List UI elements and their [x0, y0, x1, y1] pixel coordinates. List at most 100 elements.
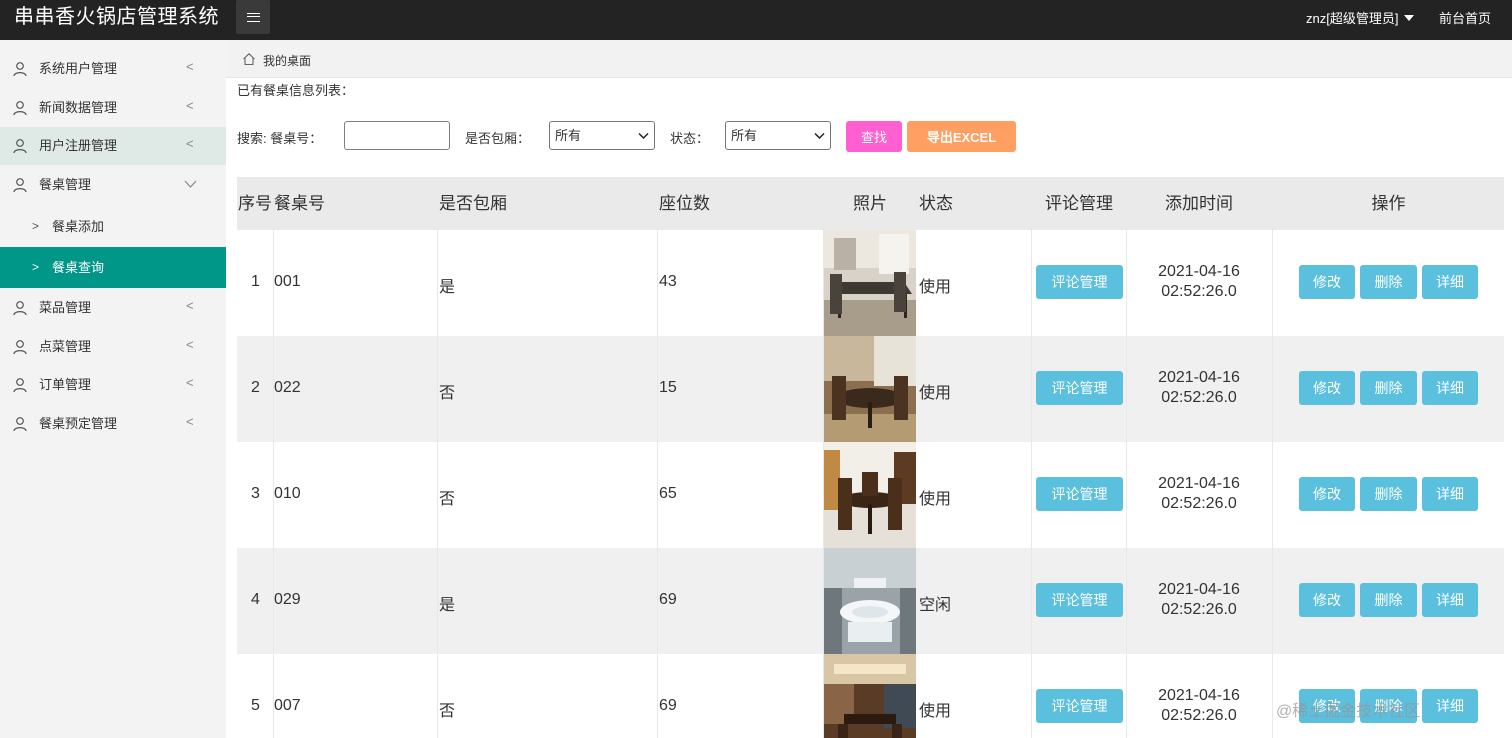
user-icon [13, 340, 27, 355]
breadcrumb: 我的桌面 [226, 40, 1512, 78]
cell-added-time: 2021-04-16 02:52:26.0 [1127, 686, 1271, 726]
sidebar-subitem-label: 餐桌查询 [52, 260, 105, 275]
sidebar-item-table-reservation[interactable]: 餐桌预定管理 < [0, 405, 226, 443]
delete-button[interactable]: 删除 [1360, 265, 1417, 299]
cell-private: 否 [439, 703, 456, 720]
added-date: 2021-04-16 [1158, 369, 1240, 386]
user-menu[interactable]: znz[超级管理员] [1306, 8, 1415, 27]
edit-button[interactable]: 修改 [1299, 265, 1355, 299]
cell-added-time: 2021-04-16 02:52:26.0 [1127, 474, 1271, 514]
delete-button[interactable]: 删除 [1360, 477, 1417, 511]
cell-seats: 69 [659, 697, 677, 714]
private-room-select[interactable]: 所有 [549, 121, 655, 150]
chevron-down-icon [814, 132, 825, 140]
chevron-left-icon: < [186, 337, 194, 352]
header-photo: 照片 [853, 194, 887, 213]
cell-private: 否 [439, 491, 456, 508]
delete-button[interactable]: 删除 [1360, 371, 1417, 405]
cell-private: 是 [439, 279, 456, 296]
user-icon [13, 178, 27, 193]
cell-index: 1 [251, 273, 260, 290]
cell-status: 使用 [919, 491, 952, 508]
chevron-right-icon: > [32, 219, 40, 233]
search-table-no-label: 搜索: 餐桌号： [237, 131, 323, 146]
cell-status: 使用 [919, 385, 952, 402]
sidebar-item-system-users[interactable]: 系统用户管理 < [0, 50, 226, 88]
user-icon [13, 62, 27, 77]
table-row: 4 029 是 69 空闲 评论管理 2021-04-16 02:52:26.0 … [237, 548, 1504, 654]
table-photo [824, 654, 916, 738]
edit-button[interactable]: 修改 [1299, 477, 1355, 511]
comment-management-button[interactable]: 评论管理 [1036, 265, 1123, 299]
header-private: 是否包厢 [439, 194, 507, 213]
sidebar-subitem-table-add[interactable]: > 餐桌添加 [0, 206, 226, 247]
status-value: 所有 [731, 128, 758, 143]
edit-button[interactable]: 修改 [1299, 371, 1355, 405]
detail-button[interactable]: 详细 [1422, 583, 1478, 617]
sidebar-item-label: 订单管理 [39, 377, 92, 392]
added-clock: 02:52:26.0 [1161, 389, 1237, 406]
sidebar-item-news[interactable]: 新闻数据管理 < [0, 89, 226, 127]
top-bar: 串串香火锅店管理系统 znz[超级管理员] 前台首页 [0, 0, 1512, 40]
header-actions: 操作 [1371, 194, 1406, 213]
table-row: 2 022 否 15 使用 评论管理 2021-04-16 02:52:26.0 … [237, 336, 1504, 442]
cell-seats: 43 [659, 273, 677, 290]
front-home-link[interactable]: 前台首页 [1439, 8, 1491, 27]
table-photo [824, 336, 916, 442]
user-icon [13, 139, 27, 154]
comment-management-button[interactable]: 评论管理 [1036, 583, 1123, 617]
status-select[interactable]: 所有 [725, 121, 831, 150]
chevron-left-icon: < [186, 98, 194, 113]
comment-management-button[interactable]: 评论管理 [1036, 689, 1123, 723]
chevron-down-icon [184, 180, 197, 188]
sidebar-item-ordering[interactable]: 点菜管理 < [0, 328, 226, 366]
search-button[interactable]: 查找 [846, 121, 902, 152]
export-excel-button[interactable]: 导出EXCEL [907, 121, 1016, 152]
cell-table-no: 001 [274, 273, 301, 290]
cell-status: 空闲 [919, 597, 952, 614]
user-icon [13, 301, 27, 316]
detail-button[interactable]: 详细 [1422, 689, 1478, 723]
list-title: 已有餐桌信息列表： [237, 83, 355, 98]
sidebar: 系统用户管理 < 新闻数据管理 < 用户注册管理 < 餐桌管理 > 餐桌添加 >… [0, 40, 226, 738]
table-no-input[interactable] [344, 121, 450, 150]
sidebar-item-orders[interactable]: 订单管理 < [0, 366, 226, 404]
header-added-time: 添加时间 [1165, 194, 1233, 213]
sidebar-item-dishes[interactable]: 菜品管理 < [0, 289, 226, 327]
added-clock: 02:52:26.0 [1161, 495, 1237, 512]
breadcrumb-label[interactable]: 我的桌面 [263, 52, 311, 69]
sidebar-item-tables[interactable]: 餐桌管理 [0, 166, 226, 204]
delete-button[interactable]: 删除 [1360, 583, 1417, 617]
added-date: 2021-04-16 [1158, 687, 1240, 704]
cell-index: 3 [251, 485, 260, 502]
header-comments: 评论管理 [1045, 194, 1113, 213]
table-header: 序号 餐桌号 是否包厢 座位数 照片 状态 评论管理 添加时间 操作 [237, 177, 1504, 230]
cell-index: 4 [251, 591, 260, 608]
chevron-left-icon: < [186, 59, 194, 74]
chevron-left-icon: < [186, 414, 194, 429]
sidebar-item-user-registration[interactable]: 用户注册管理 < [0, 127, 226, 165]
comment-management-button[interactable]: 评论管理 [1036, 371, 1123, 405]
added-date: 2021-04-16 [1158, 475, 1240, 492]
detail-button[interactable]: 详细 [1422, 477, 1478, 511]
sidebar-subitem-table-query[interactable]: > 餐桌查询 [0, 247, 226, 288]
edit-button[interactable]: 修改 [1299, 583, 1355, 617]
added-clock: 02:52:26.0 [1161, 283, 1237, 300]
private-room-value: 所有 [555, 128, 582, 143]
cell-private: 否 [439, 385, 456, 402]
user-icon [13, 378, 27, 393]
status-label: 状态： [670, 131, 710, 146]
table-photo [824, 230, 916, 336]
sidebar-item-label: 新闻数据管理 [39, 100, 118, 115]
table-row: 5 007 否 69 使用 评论管理 2021-04-16 02:52:26.0 … [237, 654, 1504, 738]
comment-management-button[interactable]: 评论管理 [1036, 477, 1123, 511]
caret-down-icon [1404, 14, 1415, 21]
hamburger-icon [246, 12, 260, 22]
cell-seats: 15 [659, 379, 677, 396]
cell-private: 是 [439, 597, 456, 614]
cell-table-no: 022 [274, 379, 301, 396]
cell-status: 使用 [919, 703, 952, 720]
menu-toggle-button[interactable] [236, 0, 270, 34]
detail-button[interactable]: 详细 [1422, 265, 1478, 299]
detail-button[interactable]: 详细 [1422, 371, 1478, 405]
